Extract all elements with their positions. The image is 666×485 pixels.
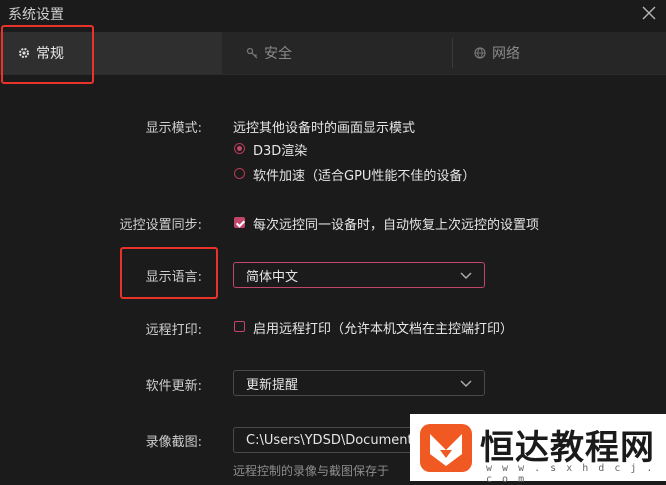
display-mode-label: 显示模式: bbox=[145, 121, 202, 136]
network-icon bbox=[474, 47, 486, 59]
print-label: 远程打印: bbox=[145, 323, 202, 338]
chevron-down-icon bbox=[460, 272, 472, 279]
print-checkbox-label[interactable]: 启用远程打印（允许本机文档在主控端打印） bbox=[253, 318, 513, 337]
tab-divider bbox=[452, 38, 453, 68]
language-select-value: 简体中文 bbox=[246, 269, 299, 285]
recording-path-value: C:\Users\YDSD\Documents bbox=[246, 432, 420, 448]
tab-network[interactable]: 网络 bbox=[474, 32, 520, 74]
fox-logo-icon bbox=[420, 424, 472, 472]
watermark-title: 恒达教程网 bbox=[480, 428, 655, 468]
key-icon bbox=[246, 47, 258, 59]
tab-bar: 常规 安全 网络 bbox=[0, 32, 666, 75]
highlight-tab-general bbox=[1, 25, 94, 84]
update-label: 软件更新: bbox=[145, 379, 202, 394]
watermark: 恒达教程网 w w w . s x h d c j . c o m bbox=[410, 414, 666, 485]
radio-software-label[interactable]: 软件加速（适合GPU性能不佳的设备） bbox=[253, 165, 475, 184]
recording-hint: 远程控制的录像与截图保存于 bbox=[233, 464, 390, 478]
tab-security[interactable]: 安全 bbox=[246, 32, 292, 74]
window-title: 系统设置 bbox=[8, 7, 64, 23]
sync-label: 远控设置同步: bbox=[119, 218, 202, 233]
radio-d3d-label[interactable]: D3D渲染 bbox=[253, 140, 307, 159]
update-select-value: 更新提醒 bbox=[246, 377, 299, 393]
display-mode-description: 远控其他设备时的画面显示模式 bbox=[233, 121, 416, 136]
tab-network-label: 网络 bbox=[492, 46, 520, 62]
close-icon[interactable] bbox=[642, 6, 656, 20]
sync-checkbox[interactable] bbox=[234, 217, 245, 228]
recording-label: 录像截图: bbox=[145, 435, 202, 450]
radio-d3d[interactable] bbox=[234, 143, 245, 154]
language-select[interactable]: 简体中文 bbox=[233, 262, 485, 288]
print-checkbox[interactable] bbox=[234, 321, 245, 332]
watermark-url: w w w . s x h d c j . c o m bbox=[486, 463, 655, 485]
language-label: 显示语言: bbox=[145, 270, 202, 285]
title-bar: 系统设置 bbox=[0, 0, 666, 30]
chevron-down-icon bbox=[460, 380, 472, 387]
update-select[interactable]: 更新提醒 bbox=[233, 370, 485, 396]
tab-security-label: 安全 bbox=[264, 46, 292, 62]
radio-software[interactable] bbox=[234, 168, 245, 179]
sync-checkbox-label[interactable]: 每次远控同一设备时，自动恢复上次远控的设置项 bbox=[253, 214, 539, 233]
